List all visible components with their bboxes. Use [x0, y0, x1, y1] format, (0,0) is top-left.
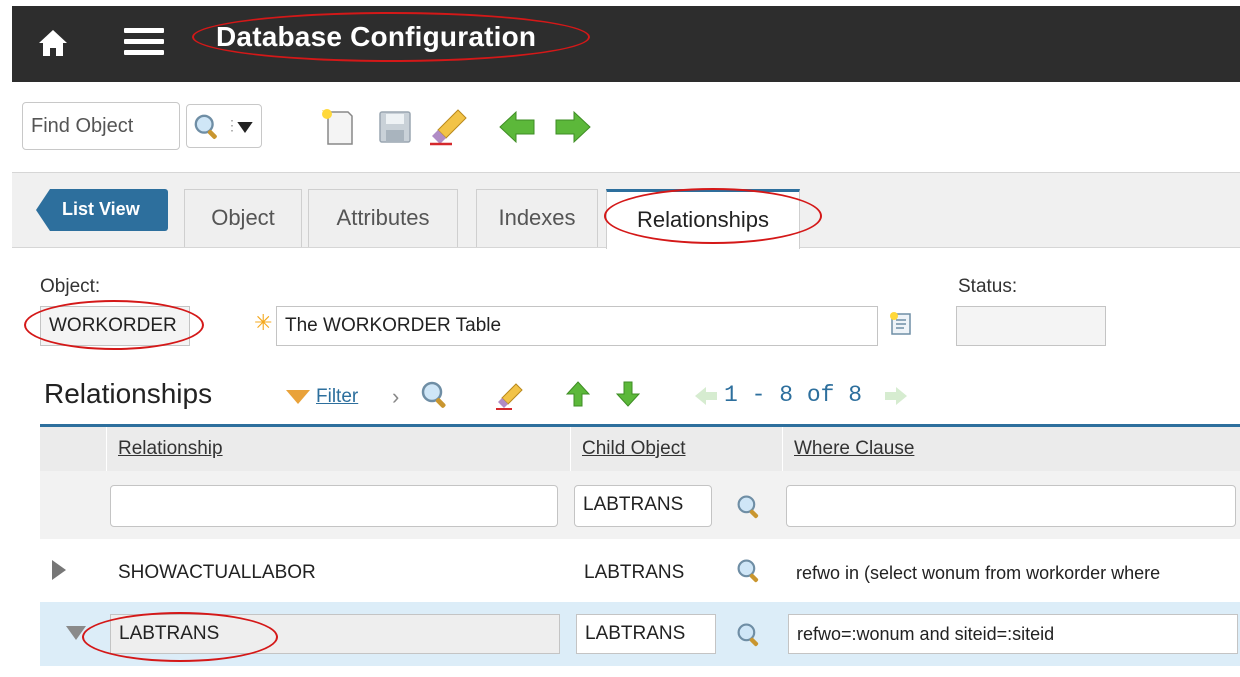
home-icon[interactable] — [38, 28, 68, 58]
relationship-name-field[interactable]: LABTRANS — [110, 614, 560, 654]
app-header: Database Configuration — [12, 6, 1240, 82]
filter-child-object-input[interactable]: LABTRANS — [574, 485, 712, 527]
child-object-lookup-icon[interactable] — [736, 558, 762, 584]
status-field — [956, 306, 1106, 346]
next-record-arrow-icon[interactable] — [552, 106, 594, 148]
column-header-where-clause[interactable]: Where Clause — [784, 427, 914, 471]
tab-indexes[interactable]: Indexes — [476, 189, 598, 247]
clear-filter-eraser-icon[interactable] — [494, 382, 524, 412]
tab-list-view[interactable]: List View — [36, 189, 168, 231]
tab-attributes[interactable]: Attributes — [308, 189, 458, 247]
section-title: Relationships — [44, 378, 213, 409]
new-document-icon[interactable] — [318, 106, 360, 148]
status-label: Status: — [958, 276, 1018, 297]
tab-relationships[interactable]: Relationships — [606, 189, 800, 249]
find-object-input[interactable] — [22, 102, 180, 150]
child-object-lookup-icon[interactable] — [736, 622, 762, 648]
filter-where-clause-input[interactable] — [786, 485, 1236, 527]
filter-child-object-lookup-icon[interactable] — [736, 494, 762, 520]
pagination-info: 1 - 8 of 8 — [724, 382, 863, 408]
save-icon[interactable] — [374, 106, 416, 148]
chevron-down-icon — [237, 122, 253, 133]
table-search-icon[interactable] — [420, 380, 450, 410]
previous-record-arrow-icon[interactable] — [496, 106, 538, 148]
tab-bar: List View Object Attributes Indexes Rela… — [12, 172, 1240, 249]
child-object-field[interactable]: LABTRANS — [576, 614, 716, 654]
where-clause-field[interactable]: refwo=:wonum and siteid=:siteid — [788, 614, 1238, 654]
clear-changes-eraser-icon[interactable] — [428, 106, 470, 148]
table-row[interactable]: SHOWACTUALLABOR LABTRANS refwo in (selec… — [40, 540, 1240, 602]
long-description-icon[interactable] — [888, 310, 916, 338]
object-name-field[interactable]: WORKORDER — [40, 306, 190, 346]
page: Database Configuration ⋮ — [0, 0, 1240, 677]
tab-object[interactable]: Object — [184, 189, 302, 247]
toolbar: ⋮ — [12, 82, 1240, 170]
expand-row-icon[interactable] — [52, 560, 66, 580]
cell-child-object: LABTRANS — [584, 562, 685, 583]
previous-page-arrow-icon[interactable] — [694, 386, 718, 406]
filter-icon[interactable] — [286, 390, 310, 404]
move-down-arrow-icon[interactable] — [616, 380, 640, 408]
filter-relationship-input[interactable] — [110, 485, 558, 527]
required-field-asterisk: ✳ — [254, 310, 273, 335]
chevron-right-icon: › — [392, 384, 400, 409]
cell-where-clause: refwo in (select wonum from workorder wh… — [796, 563, 1161, 583]
table-row-selected[interactable]: LABTRANS LABTRANS refwo=:wonum and sitei… — [40, 602, 1240, 666]
column-header-child-object[interactable]: Child Object — [572, 427, 686, 471]
object-description-field[interactable]: The WORKORDER Table — [276, 306, 878, 346]
collapse-row-icon[interactable] — [66, 626, 86, 640]
next-page-arrow-icon[interactable] — [884, 386, 908, 406]
search-icon — [194, 114, 217, 139]
object-label: Object: — [40, 276, 101, 297]
move-up-arrow-icon[interactable] — [566, 380, 590, 408]
app-title: Database Configuration — [216, 21, 537, 52]
column-header-relationship[interactable]: Relationship — [108, 427, 223, 471]
cell-relationship: SHOWACTUALLABOR — [118, 562, 316, 583]
hamburger-menu-icon[interactable] — [124, 26, 164, 58]
search-options-button[interactable]: ⋮ — [186, 104, 262, 148]
filter-link[interactable]: Filter — [316, 386, 358, 408]
